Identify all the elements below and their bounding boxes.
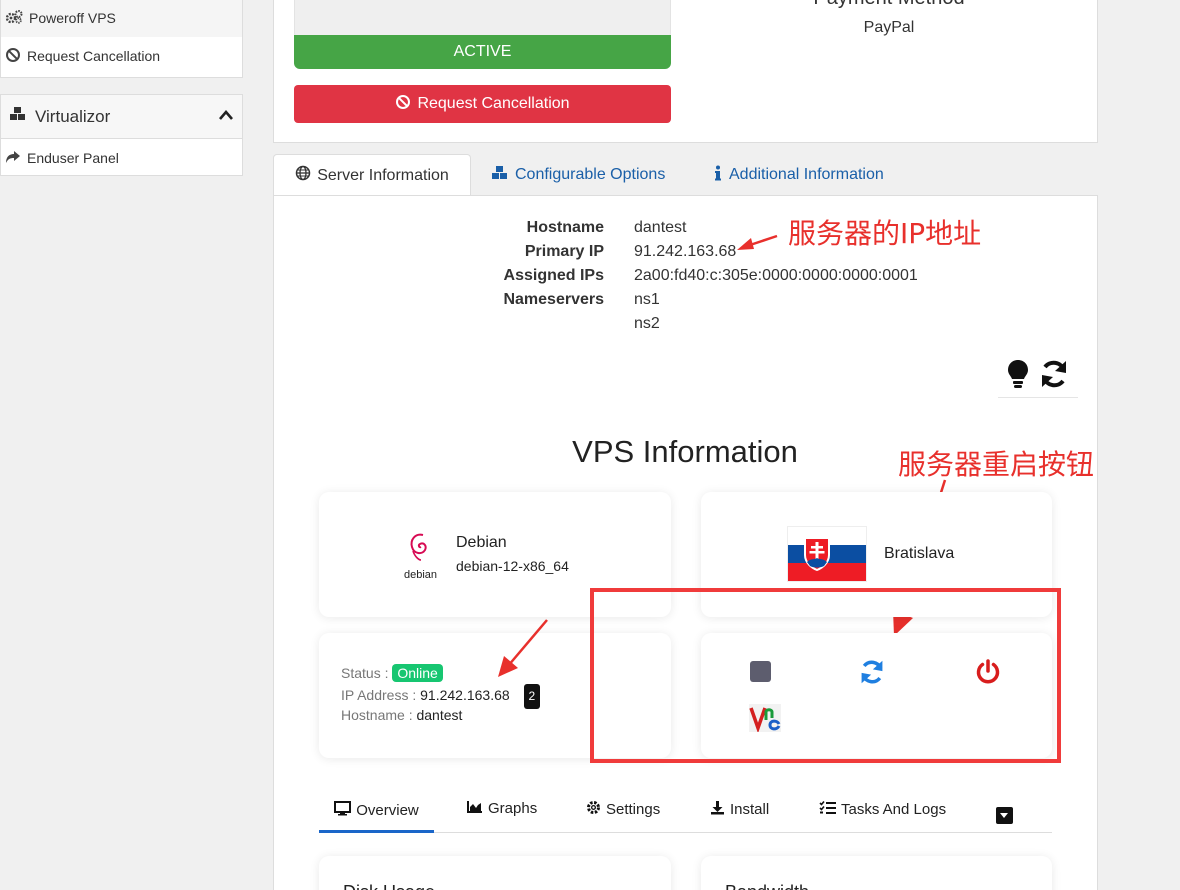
- sidebar-virtualizor-title: Virtualizor: [35, 106, 111, 126]
- cubes-icon: [9, 106, 27, 127]
- request-cancellation-label: Request Cancellation: [417, 95, 570, 112]
- subnav-label: Graphs: [488, 800, 538, 817]
- payment-method-value: PayPal: [863, 19, 915, 36]
- sidebar-actions-card: Poweroff VPS Request Cancellation: [0, 0, 243, 78]
- ip-address-row: IP Address : 91.242.163.68 2: [341, 684, 541, 709]
- annotation-highlight-box: [590, 588, 1061, 763]
- cubes-icon: [491, 165, 509, 186]
- sidebar-item-label: Poweroff VPS: [29, 10, 116, 26]
- payment-method-title: Payment Method: [794, 0, 984, 10]
- sidebar-item-request-cancellation[interactable]: Request Cancellation: [1, 37, 242, 75]
- slovakia-flag-icon: [787, 526, 867, 582]
- subnav-overview[interactable]: Overview: [319, 800, 434, 833]
- share-icon: [5, 150, 21, 167]
- status-badge-active: ACTIVE: [294, 35, 671, 69]
- tasks-icon: [819, 800, 836, 819]
- location-name: Bratislava: [884, 545, 955, 562]
- assigned-ips-value: 2a00:fd40:c:305e:0000:0000:0000:0001: [634, 267, 918, 284]
- request-cancellation-button[interactable]: Request Cancellation: [294, 85, 671, 123]
- subnav-graphs[interactable]: Graphs: [467, 800, 537, 817]
- gears-icon: [5, 9, 23, 28]
- sidebar-item-poweroff-vps[interactable]: Poweroff VPS: [1, 0, 242, 37]
- info-tabs: Server Information Configurable Options …: [273, 154, 1098, 196]
- area-chart-icon: [467, 800, 483, 817]
- sidebar-item-label: Request Cancellation: [27, 48, 161, 64]
- subnav-label: Settings: [606, 801, 661, 818]
- ban-icon: [5, 47, 21, 66]
- product-icon-box: [294, 0, 671, 39]
- tab-server-information[interactable]: Server Information: [273, 154, 471, 196]
- gear-icon: [586, 800, 601, 819]
- os-name: Debian: [456, 534, 507, 551]
- globe-icon: [295, 165, 311, 186]
- subnav-tasks-and-logs[interactable]: Tasks And Logs: [819, 800, 946, 819]
- server-info-labels: Hostname Primary IP Assigned IPs Nameser…: [274, 216, 604, 312]
- product-summary-panel: ACTIVE Request Cancellation Payment Meth…: [273, 0, 1098, 143]
- tab-configurable-options[interactable]: Configurable Options: [491, 154, 665, 196]
- sidebar-item-label: Enduser Panel: [27, 150, 119, 166]
- os-version: debian-12-x86_64: [456, 558, 569, 574]
- subnav-install[interactable]: Install: [710, 800, 769, 819]
- hostname-value: dantest: [416, 707, 463, 723]
- tab-label: Additional Information: [729, 166, 884, 183]
- annotation-ip-address: 服务器的IP地址: [788, 217, 982, 250]
- debian-logo: debian: [404, 532, 437, 581]
- tab-label: Configurable Options: [515, 166, 666, 183]
- annotation-arrow-status: [498, 619, 548, 677]
- sidebar-virtualizor-header[interactable]: Virtualizor: [1, 95, 242, 139]
- sidebar-virtualizor-card: Virtualizor Enduser Panel: [0, 94, 243, 176]
- tab-label: Server Information: [317, 166, 449, 184]
- disk-usage-card: Disk Usage: [319, 856, 671, 890]
- disk-usage-title: Disk Usage: [343, 882, 435, 890]
- sidebar-item-enduser-panel[interactable]: Enduser Panel: [1, 139, 242, 177]
- hostname-label: Hostname :: [341, 707, 413, 723]
- ip-address-label: IP Address :: [341, 687, 417, 703]
- refresh-icon[interactable]: [1039, 359, 1069, 394]
- desktop-icon: [334, 800, 352, 820]
- nameserver-2-value: ns2: [634, 315, 660, 332]
- bandwidth-title: Bandwidth: [725, 882, 809, 890]
- ip-address-value: 91.242.163.68: [420, 687, 510, 703]
- subnav-label: Tasks And Logs: [841, 801, 947, 818]
- chevron-up-icon[interactable]: [218, 108, 234, 126]
- hostname-label: Hostname: [526, 219, 604, 236]
- annotation-reboot-button: 服务器重启按钮: [898, 448, 1095, 481]
- subnav-more-dropdown[interactable]: [996, 807, 1013, 824]
- nameserver-1-value: ns1: [634, 291, 660, 308]
- bandwidth-card: Bandwidth: [701, 856, 1052, 890]
- subnav-label: Overview: [356, 801, 419, 819]
- assigned-ips-label: Assigned IPs: [503, 267, 604, 284]
- primary-ip-label: Primary IP: [524, 243, 604, 260]
- status-badge: Online: [392, 664, 443, 682]
- status-label: Status :: [341, 665, 389, 681]
- ip-count-badge[interactable]: 2: [523, 684, 541, 709]
- info-icon: [713, 165, 723, 186]
- tab-additional-information[interactable]: Additional Information: [713, 154, 884, 196]
- nameservers-label: Nameservers: [503, 291, 604, 308]
- vps-sub-navigation: Overview Graphs Settings Install Tasks A…: [319, 790, 1052, 833]
- ban-icon: [395, 94, 411, 115]
- lightbulb-icon[interactable]: [1007, 359, 1029, 394]
- download-icon: [710, 800, 725, 819]
- subnav-settings[interactable]: Settings: [586, 800, 660, 819]
- annotation-arrow-ip: [737, 234, 778, 250]
- hostname-row: Hostname : dantest: [341, 705, 540, 726]
- subnav-label: Install: [730, 801, 770, 818]
- vps-information-title: VPS Information: [572, 434, 798, 469]
- vps-tool-icons: [998, 355, 1078, 398]
